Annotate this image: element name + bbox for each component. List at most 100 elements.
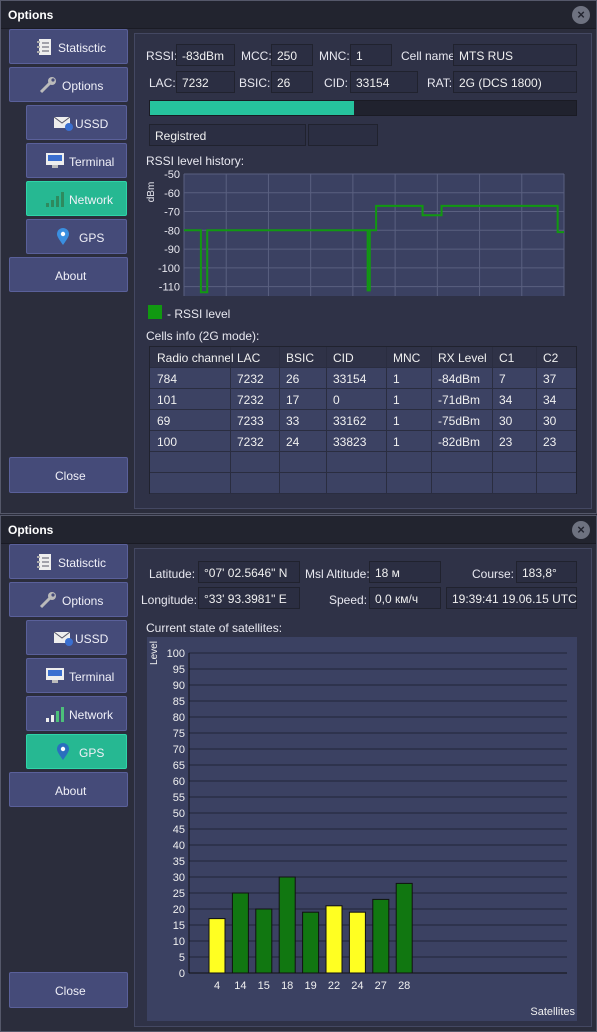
- nav-options[interactable]: Options: [9, 67, 128, 102]
- satellite-bar: [231, 892, 249, 974]
- table-cell: -71dBm: [438, 393, 481, 407]
- x-tick-label: 22: [328, 980, 340, 992]
- table-cell: 1: [393, 414, 400, 428]
- sidebar: Statisctic Options USSD Terminal Network…: [1, 29, 133, 513]
- signal-bars-icon: [45, 190, 65, 208]
- nav-statistic[interactable]: Statisctic: [9, 544, 128, 579]
- table-cell: 101: [157, 393, 178, 407]
- y-tick-label: 40: [173, 840, 185, 852]
- y-tick-label: 95: [173, 664, 185, 676]
- altitude-label: Msl Altitude:: [305, 567, 370, 581]
- close-icon[interactable]: ×: [572, 6, 590, 24]
- column-header[interactable]: MNC: [393, 351, 420, 365]
- table-row[interactable]: 69 7233 33 33162 1 -75dBm 30 30: [150, 410, 576, 431]
- column-header[interactable]: C2: [543, 351, 558, 365]
- nav-label: About: [55, 784, 87, 798]
- nav-ussd[interactable]: USSD: [26, 105, 127, 140]
- y-tick-label: 85: [173, 696, 185, 708]
- mcc-label: MCC:: [241, 49, 272, 63]
- y-tick-label: -90: [164, 244, 180, 256]
- y-axis-label: Level: [149, 641, 160, 665]
- nav-ussd[interactable]: USSD: [26, 620, 127, 655]
- window-title: Options: [8, 8, 54, 22]
- column-header[interactable]: CID: [333, 351, 354, 365]
- nav-label: GPS: [79, 231, 105, 245]
- cell-name-label: Cell name:: [401, 49, 459, 63]
- x-tick-label: 19: [304, 980, 316, 992]
- nav-options[interactable]: Options: [9, 582, 128, 617]
- y-tick-label: 80: [173, 712, 185, 724]
- y-tick-label: 70: [173, 744, 185, 756]
- table-row[interactable]: 101 7232 17 0 1 -71dBm 34 34: [150, 389, 576, 410]
- y-tick-label: 30: [173, 872, 185, 884]
- lac-value: 7232: [176, 71, 235, 93]
- notebook-icon: [36, 553, 56, 571]
- rssi-value: -83dBm: [176, 44, 235, 66]
- nav-terminal[interactable]: Terminal: [26, 658, 127, 693]
- table-cell: 30: [499, 414, 513, 428]
- y-tick-label: 25: [173, 888, 185, 900]
- satellite-bar: [325, 905, 343, 974]
- lac-label: LAC:: [149, 76, 176, 90]
- y-tick-label: -60: [164, 188, 180, 200]
- close-button[interactable]: Close: [9, 972, 128, 1008]
- y-tick-label: 50: [173, 808, 185, 820]
- satellite-level-chart: 0 5 10 15 20 25 30 35 40 45 50 55 60 65 70 75 80 85 90 95 10…: [147, 637, 577, 1021]
- y-tick-label: 75: [173, 728, 185, 740]
- nav-network[interactable]: Network: [26, 181, 127, 216]
- nav-statistic[interactable]: Statisctic: [9, 29, 128, 64]
- y-tick-label: 15: [173, 920, 185, 932]
- satellite-bar: [208, 918, 226, 974]
- button-label: Close: [55, 469, 86, 483]
- column-header[interactable]: BSIC: [286, 351, 314, 365]
- nav-gps[interactable]: GPS: [26, 219, 127, 254]
- signal-progress-fill: [150, 101, 355, 115]
- column-header[interactable]: RX Level: [438, 351, 487, 365]
- close-icon[interactable]: ×: [572, 521, 590, 539]
- table-row[interactable]: 784 7232 26 33154 1 -84dBm 7 37: [150, 368, 576, 389]
- datetime-value: 19:39:41 19.06.15 UTC: [446, 587, 577, 609]
- table-cell: 26: [286, 372, 300, 386]
- table-cell: -84dBm: [438, 372, 481, 386]
- title-bar: Options ×: [1, 1, 596, 29]
- table-cell: 7232: [237, 435, 264, 449]
- satellite-bar: [255, 908, 273, 974]
- table-row[interactable]: 100 7232 24 33823 1 -82dBm 23 23: [150, 431, 576, 452]
- x-tick-label: 24: [351, 980, 363, 992]
- sidebar: Statisctic Options USSD Terminal Network…: [1, 544, 133, 1031]
- table-row[interactable]: [150, 473, 576, 494]
- mcc-value: 250: [271, 44, 313, 66]
- nav-terminal[interactable]: Terminal: [26, 143, 127, 178]
- satellite-bar: [348, 911, 366, 974]
- longitude-value: °33' 93.3981" E: [198, 587, 300, 609]
- x-tick-label: 14: [234, 980, 246, 992]
- speed-label: Speed:: [329, 593, 368, 607]
- mail-icon: [53, 629, 73, 647]
- table-row[interactable]: [150, 452, 576, 473]
- nav-about[interactable]: About: [9, 772, 128, 807]
- table-cell: 7232: [237, 393, 264, 407]
- nav-label: Statisctic: [58, 41, 107, 55]
- column-header[interactable]: C1: [499, 351, 514, 365]
- mnc-label: MNC:: [319, 49, 350, 63]
- window-title: Options: [8, 523, 54, 537]
- nav-label: Network: [69, 708, 114, 722]
- table-cell: 33823: [333, 435, 367, 449]
- nav-label: Options: [62, 79, 104, 93]
- nav-gps[interactable]: GPS: [26, 734, 127, 769]
- column-divider: [279, 347, 280, 493]
- longitude-label: Longitude:: [141, 593, 198, 607]
- y-tick-label: 10: [173, 936, 185, 948]
- table-cell: 33: [286, 414, 300, 428]
- nav-about[interactable]: About: [9, 257, 128, 292]
- close-button[interactable]: Close: [9, 457, 128, 493]
- nav-network[interactable]: Network: [26, 696, 127, 731]
- nav-label: About: [55, 269, 87, 283]
- column-header[interactable]: Radio channel: [157, 351, 234, 365]
- column-header[interactable]: LAC: [237, 351, 260, 365]
- table-cell: 1: [393, 393, 400, 407]
- table-cell: 37: [543, 372, 557, 386]
- column-divider: [230, 347, 231, 493]
- latitude-value: °07' 02.5646" N: [198, 561, 300, 583]
- column-divider: [536, 347, 537, 493]
